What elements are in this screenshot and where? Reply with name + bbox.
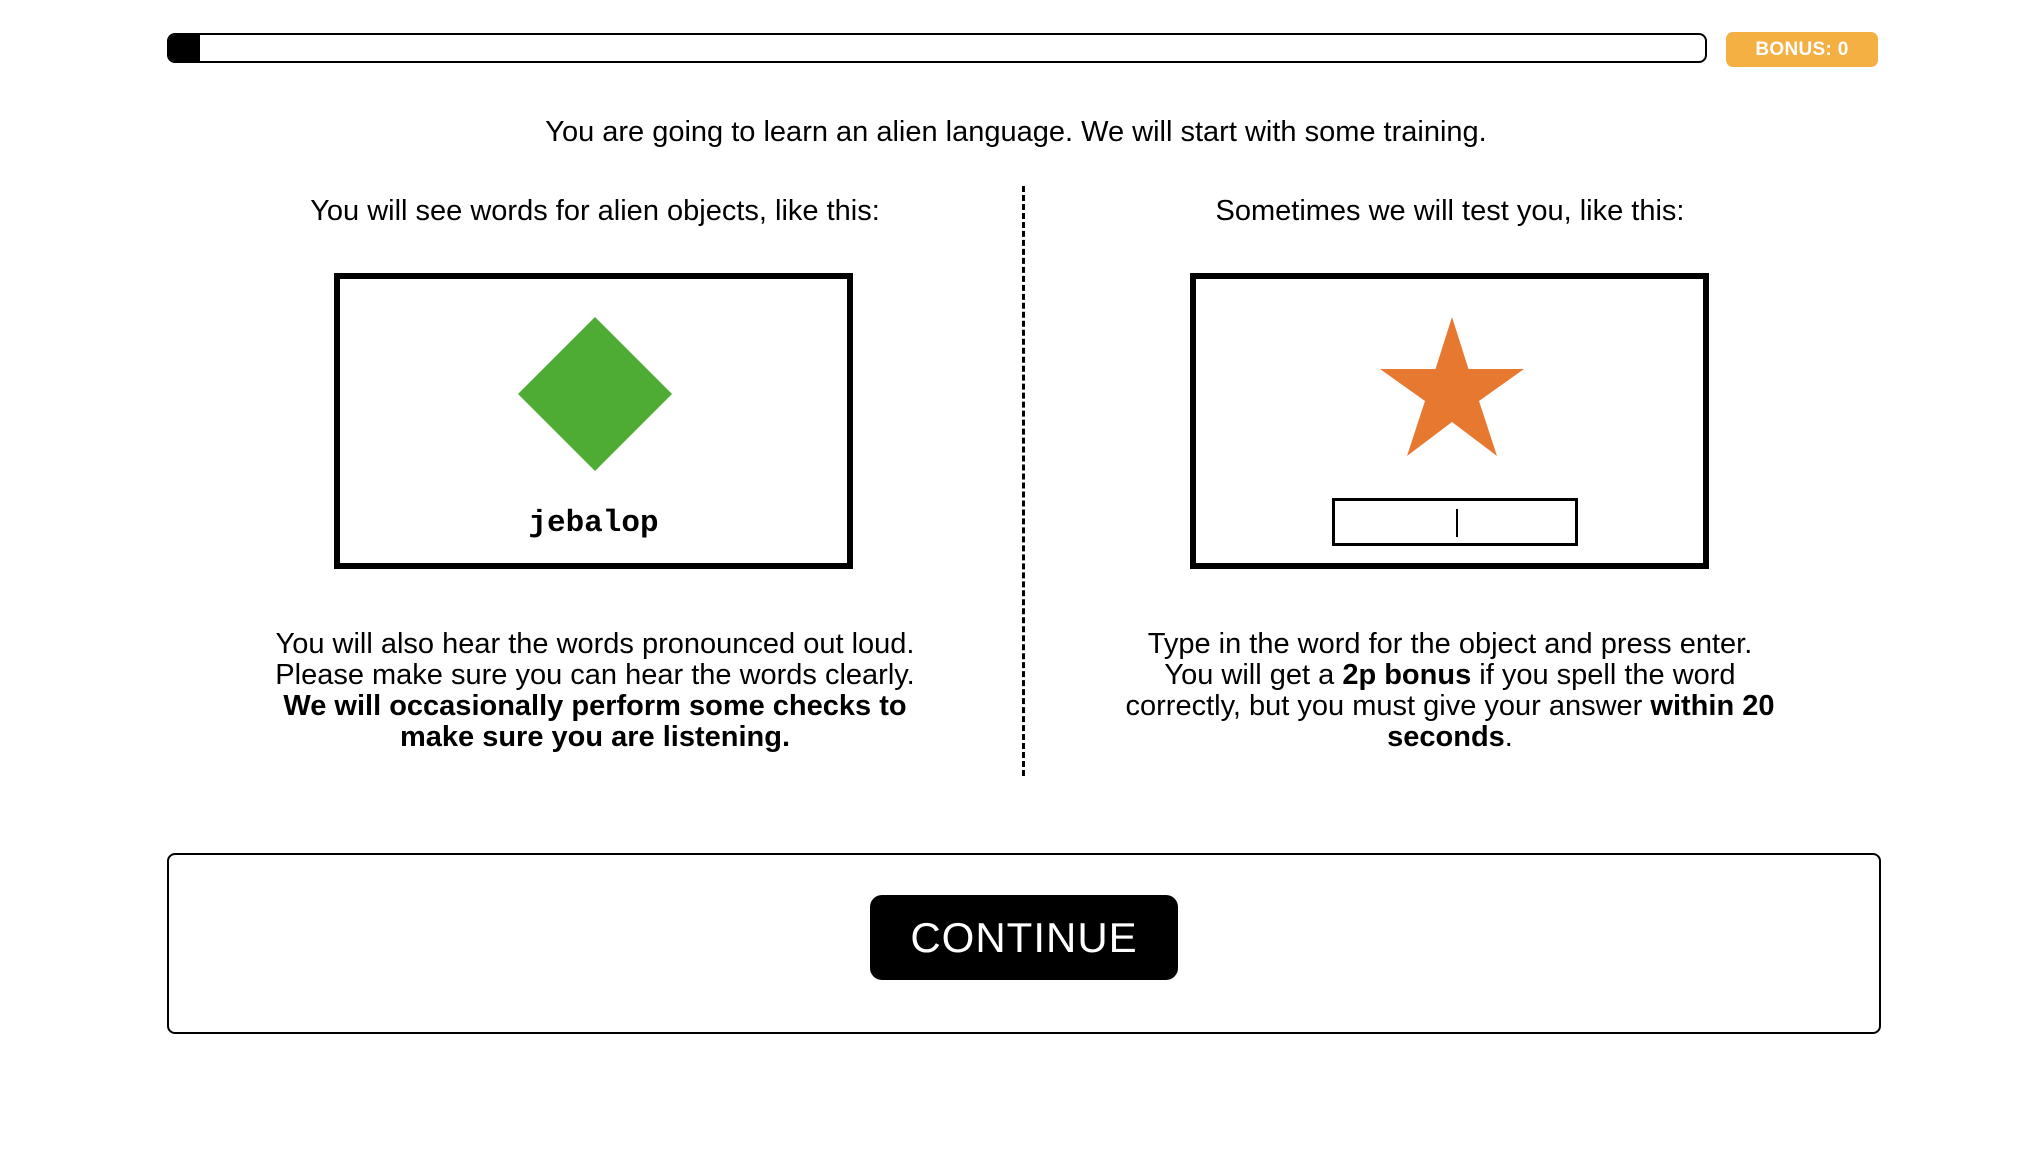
left-description-text: You will also hear the words pronounced … xyxy=(275,628,915,691)
right-description-end: . xyxy=(1504,721,1513,753)
green-diamond-icon xyxy=(518,317,672,471)
text-caret xyxy=(1456,509,1458,537)
word-example-card: jebalop xyxy=(334,273,853,569)
left-column-heading: You will see words for alien objects, li… xyxy=(310,195,880,227)
progress-bar xyxy=(167,33,1707,63)
left-description-bold: We will occasionally perform some checks… xyxy=(283,690,907,753)
right-description-bonus: 2p bonus xyxy=(1342,659,1472,691)
instructions-page: BONUS: 0 You are going to learn an alien… xyxy=(0,0,2032,1176)
continue-button[interactable]: CONTINUE xyxy=(870,895,1178,980)
orange-star-icon xyxy=(1380,317,1524,456)
column-divider xyxy=(1022,186,1025,776)
example-word: jebalop xyxy=(528,506,659,541)
answer-input-example xyxy=(1332,498,1578,546)
left-column-description: You will also hear the words pronounced … xyxy=(270,629,920,753)
right-column-heading: Sometimes we will test you, like this: xyxy=(1215,195,1685,227)
test-example-card xyxy=(1190,273,1709,569)
progress-fill xyxy=(169,35,200,61)
bonus-badge: BONUS: 0 xyxy=(1726,32,1878,67)
right-column-description: Type in the word for the object and pres… xyxy=(1125,629,1775,753)
intro-text: You are going to learn an alien language… xyxy=(545,116,1487,148)
